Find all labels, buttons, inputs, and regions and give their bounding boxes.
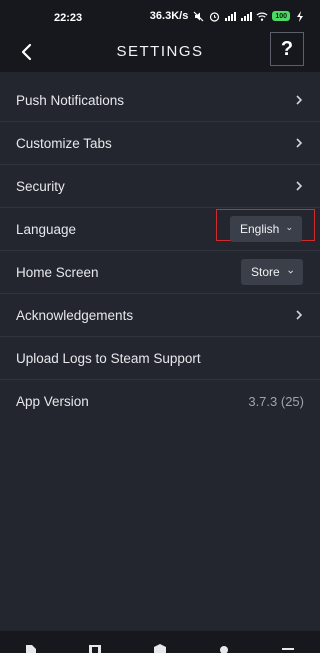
network-speed: 36.3K/s — [149, 10, 189, 22]
wifi-icon — [256, 10, 268, 22]
language-dropdown[interactable]: English — [230, 216, 302, 242]
setting-acknowledgements[interactable]: Acknowledgements — [0, 294, 320, 337]
setting-home-screen: Home Screen Store — [0, 251, 320, 294]
help-button[interactable]: ? — [270, 32, 304, 66]
app-version-value: 3.7.3 (25) — [248, 394, 304, 409]
home-screen-value: Store — [251, 265, 280, 279]
setting-label: Security — [16, 179, 65, 194]
store-tab-icon[interactable] — [24, 643, 40, 653]
setting-customize-tabs[interactable]: Customize Tabs — [0, 122, 320, 165]
charging-icon — [294, 10, 306, 22]
chevron-right-icon — [296, 95, 303, 105]
chevron-right-icon — [296, 181, 303, 191]
setting-label: Upload Logs to Steam Support — [16, 351, 201, 366]
signal-icon-2 — [240, 10, 253, 22]
chevron-down-icon — [287, 227, 292, 231]
language-value: English — [240, 222, 280, 236]
settings-screen: 22:23 36.3K/s 100 SETTINGS ? Push Notifi… — [0, 0, 320, 653]
setting-app-version: App Version 3.7.3 (25) — [0, 380, 320, 423]
status-icons: 36.3K/s 100 — [150, 10, 306, 22]
setting-label: Push Notifications — [16, 93, 125, 108]
signal-icon — [224, 10, 237, 22]
setting-label: Acknowledgements — [16, 308, 134, 323]
setting-label: Customize Tabs — [16, 136, 112, 151]
chevron-right-icon — [296, 138, 303, 148]
library-tab-icon[interactable] — [87, 643, 103, 653]
chevron-right-icon — [296, 310, 303, 320]
bottom-nav — [0, 631, 320, 653]
profile-tab-icon[interactable] — [216, 643, 232, 653]
status-time: 22:23 — [54, 12, 83, 24]
app-header: SETTINGS ? — [0, 32, 320, 72]
setting-label: App Version — [16, 394, 89, 409]
status-bar: 22:23 36.3K/s 100 — [0, 0, 320, 32]
setting-upload-logs[interactable]: Upload Logs to Steam Support — [0, 337, 320, 380]
setting-push-notifications[interactable]: Push Notifications — [0, 79, 320, 122]
guard-tab-icon[interactable] — [152, 643, 168, 653]
battery-indicator: 100 — [272, 11, 290, 21]
setting-label: Language — [16, 222, 77, 237]
home-screen-dropdown[interactable]: Store — [241, 259, 303, 285]
setting-language: Language English — [0, 208, 320, 251]
chevron-down-icon — [287, 270, 293, 274]
mute-icon — [192, 10, 204, 22]
settings-list: Push Notifications Customize Tabs Securi… — [0, 79, 320, 423]
menu-tab-icon[interactable] — [280, 643, 296, 653]
setting-label: Home Screen — [16, 265, 99, 280]
alarm-icon — [208, 10, 220, 22]
setting-security[interactable]: Security — [0, 165, 320, 208]
